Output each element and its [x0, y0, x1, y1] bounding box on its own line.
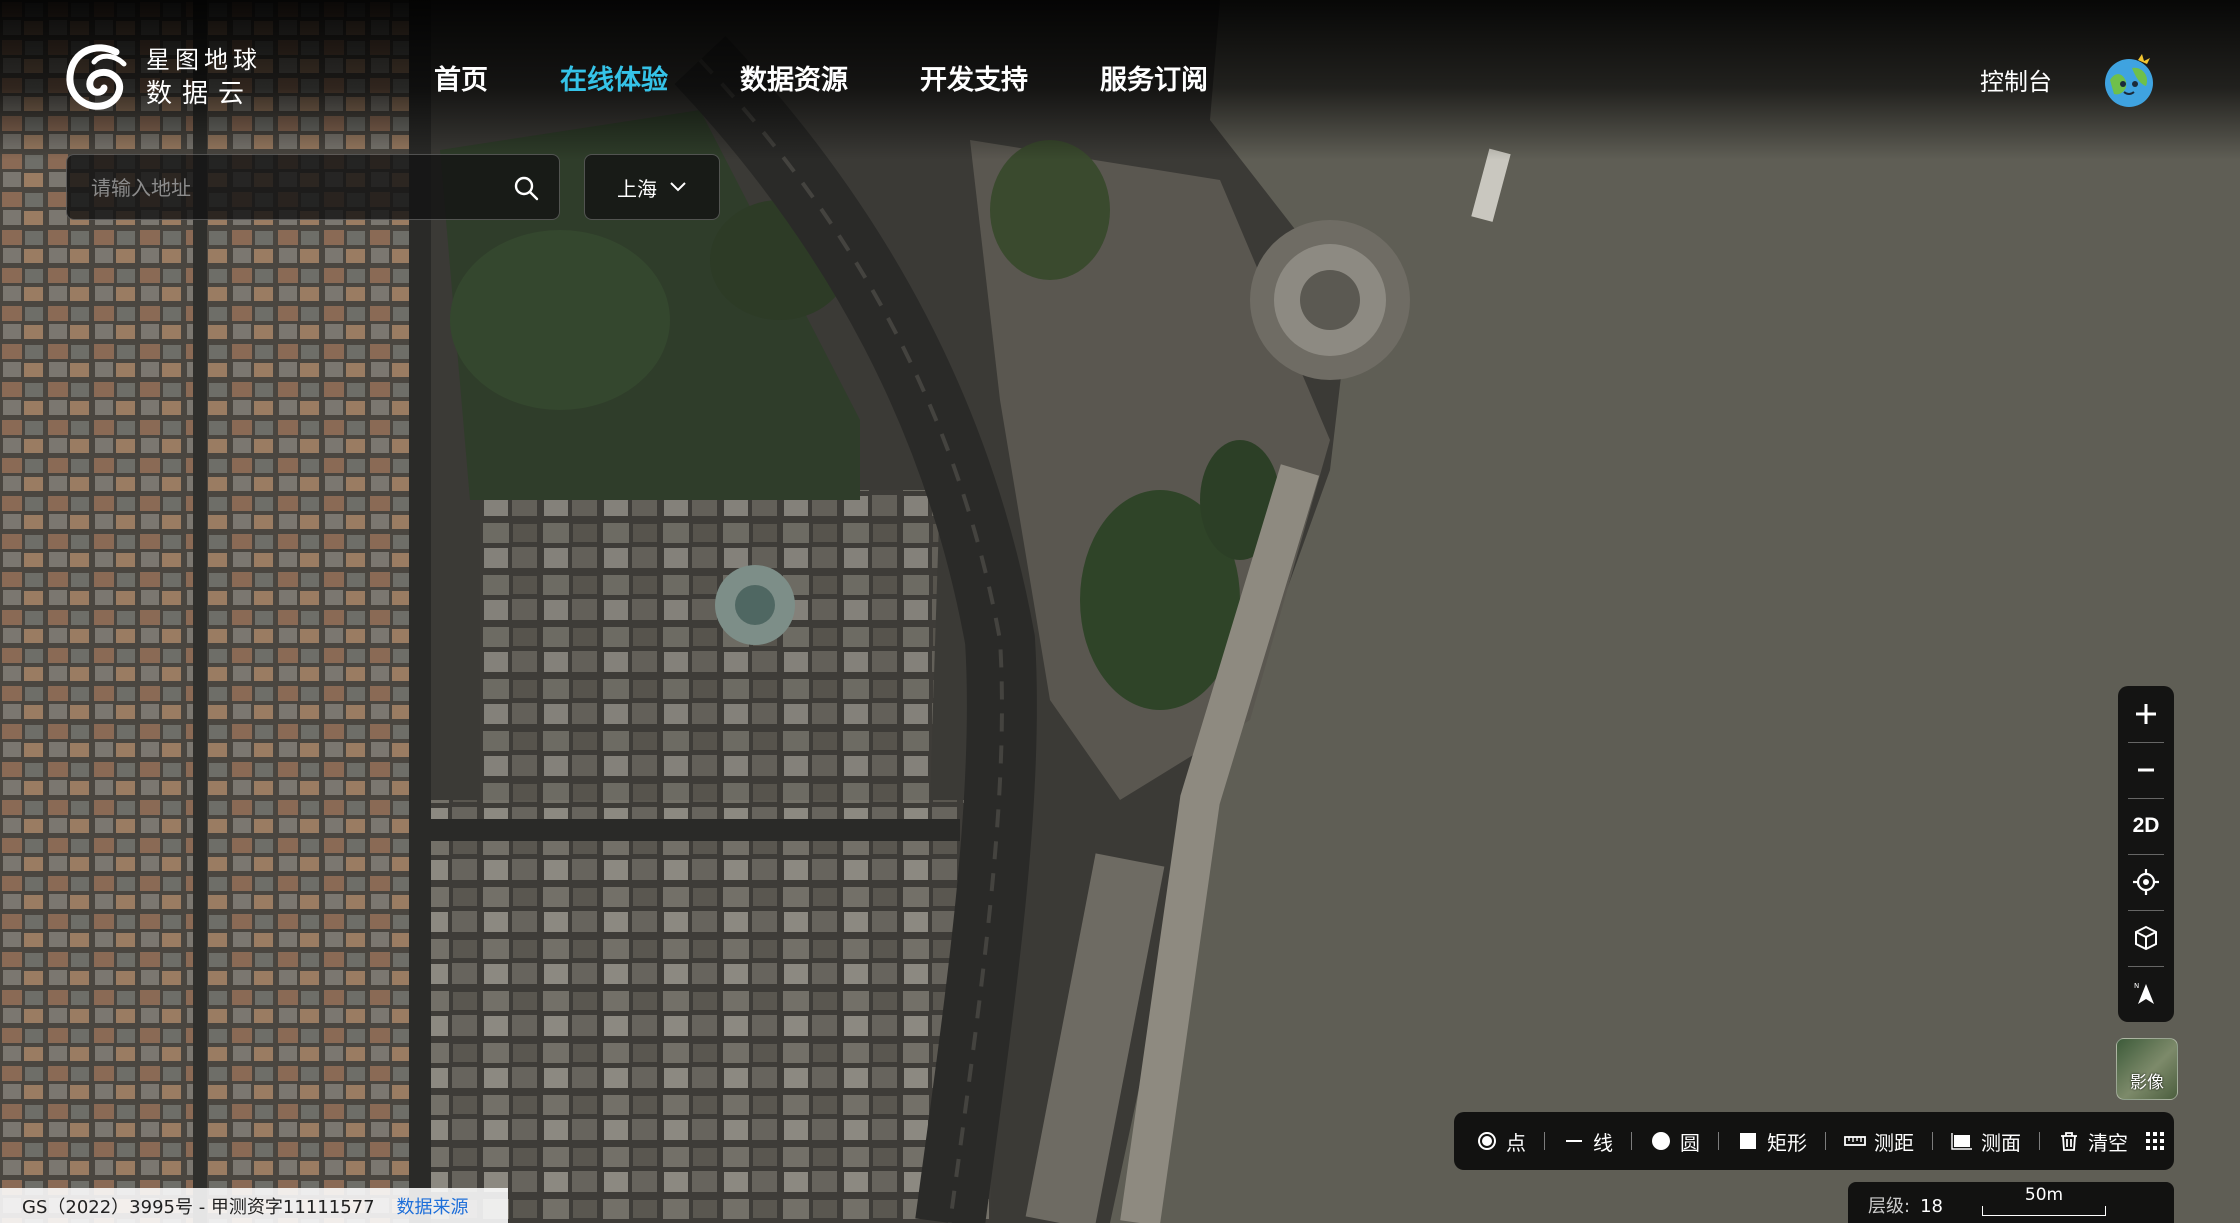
- circle-icon: [1652, 1132, 1670, 1150]
- avatar[interactable]: [2100, 52, 2158, 110]
- draw-line-label: 线: [1593, 1130, 1613, 1155]
- data-source-link[interactable]: 数据来源: [397, 1193, 469, 1219]
- area-icon: [1951, 1133, 1972, 1150]
- zoom-level: 层级: 18: [1868, 1192, 1943, 1218]
- measure-area-button[interactable]: 测面: [1951, 1127, 2021, 1156]
- zoom-out-button[interactable]: [2118, 742, 2174, 798]
- chevron-down-icon: [670, 182, 686, 192]
- divider: [1718, 1132, 1719, 1150]
- measure-distance-label: 测距: [1874, 1130, 1914, 1155]
- zoom-level-value: 18: [1920, 1196, 1943, 1217]
- clear-label: 清空: [2088, 1130, 2128, 1155]
- more-tools-button[interactable]: [2144, 1130, 2174, 1152]
- brand-name-line1: 星图地球: [146, 46, 262, 74]
- minus-icon: [2138, 768, 2154, 772]
- view-mode-toggle[interactable]: 2D: [2118, 798, 2174, 854]
- view-mode-label: 2D: [2132, 814, 2160, 837]
- north-arrow-icon: N: [2134, 982, 2154, 1004]
- imagery-layer-switch[interactable]: 影像: [2116, 1038, 2178, 1100]
- target-icon: [2133, 869, 2159, 895]
- scale-line: [1982, 1206, 2106, 1216]
- clear-button[interactable]: 清空: [2058, 1127, 2128, 1156]
- locate-button[interactable]: [2118, 854, 2174, 910]
- point-icon: [1478, 1132, 1496, 1150]
- top-header: 星图地球 数据云 首页 在线体验 数据资源 开发支持 服务订阅 控制台: [0, 0, 2240, 160]
- brand-name-line2: 数据云: [146, 79, 255, 109]
- compass-button[interactable]: N: [2118, 966, 2174, 1022]
- scale-bar: 层级: 18 50m: [1848, 1182, 2174, 1223]
- city-selector-value: 上海: [617, 176, 657, 201]
- draw-circle-button[interactable]: 圆: [1650, 1127, 1700, 1156]
- divider: [1932, 1132, 1933, 1150]
- divider: [1825, 1132, 1826, 1150]
- zoom-level-label: 层级:: [1868, 1196, 1911, 1217]
- measure-distance-button[interactable]: 测距: [1844, 1127, 1914, 1156]
- draw-rectangle-button[interactable]: 矩形: [1737, 1127, 1807, 1156]
- city-selector[interactable]: 上海: [584, 154, 720, 220]
- rectangle-icon: [1740, 1133, 1756, 1149]
- search-icon[interactable]: [513, 175, 539, 201]
- grid-icon: [2146, 1132, 2164, 1150]
- brand-logo[interactable]: 星图地球 数据云: [64, 40, 262, 114]
- nav-dev-support[interactable]: 开发支持: [920, 58, 1028, 97]
- draw-point-button[interactable]: 点: [1476, 1127, 1526, 1156]
- search-input[interactable]: [89, 169, 493, 207]
- zoom-in-button[interactable]: [2118, 686, 2174, 742]
- nav-online-experience[interactable]: 在线体验: [560, 58, 668, 97]
- cube-icon: [2135, 925, 2157, 951]
- copyright-text: GS（2022）3995号 - 甲测资字11111577: [22, 1196, 375, 1218]
- draw-line-button[interactable]: 线: [1563, 1127, 1613, 1156]
- draw-circle-label: 圆: [1680, 1130, 1700, 1155]
- brand-logo-icon: [66, 44, 127, 110]
- measure-area-label: 测面: [1981, 1130, 2021, 1155]
- nav-home[interactable]: 首页: [434, 58, 488, 97]
- divider: [1631, 1132, 1632, 1150]
- trash-icon: [2061, 1132, 2077, 1151]
- nav-service-subscription[interactable]: 服务订阅: [1100, 58, 1208, 97]
- nav-data-resources[interactable]: 数据资源: [740, 58, 848, 97]
- line-icon: [1566, 1140, 1582, 1142]
- imagery-label: 影像: [2130, 1073, 2164, 1093]
- copyright-bar: GS（2022）3995号 - 甲测资字11111577 数据来源: [0, 1188, 508, 1223]
- map-control-toolbar: 2D N: [2118, 686, 2174, 1022]
- svg-text:N: N: [2134, 982, 2139, 990]
- plus-icon: [2136, 704, 2156, 724]
- draw-toolbar: 点 线 圆 矩形 测距 测面 清空: [1454, 1112, 2174, 1170]
- view-3d-button[interactable]: [2118, 910, 2174, 966]
- draw-point-label: 点: [1506, 1130, 1526, 1155]
- address-search-box: [66, 154, 560, 220]
- draw-rectangle-label: 矩形: [1767, 1130, 1807, 1155]
- scale-label: 50m: [2024, 1185, 2064, 1205]
- divider: [2039, 1132, 2040, 1150]
- ruler-icon: [1844, 1136, 1866, 1146]
- console-link[interactable]: 控制台: [1980, 62, 2052, 97]
- main-nav: 首页 在线体验 数据资源 开发支持 服务订阅: [434, 58, 1280, 97]
- divider: [1544, 1132, 1545, 1150]
